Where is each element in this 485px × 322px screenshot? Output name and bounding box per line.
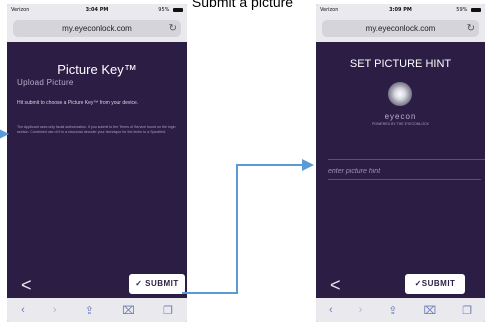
- back-arrow-icon[interactable]: ‹: [21, 304, 25, 316]
- url-text: my.eyeconlock.com: [365, 24, 436, 33]
- battery-percent: 59%: [456, 7, 468, 13]
- fine-print-text: The Applicant uses only facial authoriza…: [17, 125, 176, 134]
- upload-picture-panel: Picture Key™ Upload Picture Hit submit t…: [7, 42, 187, 298]
- reload-icon[interactable]: ↻: [169, 20, 177, 37]
- submit-button[interactable]: ✓SUBMIT: [405, 274, 465, 294]
- phone-screen-upload: Verizon 3:04 PM 95% my.eyeconlock.com ↻ …: [7, 4, 187, 322]
- phone-screen-hint: Verizon 3:09 PM 59% my.eyeconlock.com ↻ …: [316, 4, 485, 322]
- forward-arrow-icon[interactable]: ›: [359, 304, 363, 316]
- battery-percent: 95%: [158, 7, 170, 13]
- battery-icon: [471, 7, 481, 12]
- page-title: SET PICTURE HINT: [349, 58, 452, 70]
- browser-address-bar[interactable]: my.eyeconlock.com ↻: [7, 16, 187, 42]
- battery-indicator: 59%: [456, 7, 481, 13]
- tabs-icon[interactable]: ❐: [462, 304, 472, 317]
- back-arrow-icon[interactable]: ‹: [329, 304, 333, 316]
- browser-address-bar[interactable]: my.eyeconlock.com ↻: [316, 16, 485, 42]
- bookmarks-icon[interactable]: ⌧: [423, 304, 436, 317]
- back-button[interactable]: <: [21, 276, 32, 294]
- divider: [328, 159, 485, 160]
- browser-toolbar: ‹ › ⇪ ⌧ ❐: [316, 298, 485, 322]
- browser-toolbar: ‹ › ⇪ ⌧ ❐: [7, 298, 187, 322]
- submit-to-hint-arrow: [182, 159, 314, 294]
- back-button[interactable]: <: [330, 276, 341, 294]
- instruction-text: Hit submit to choose a Picture Key™ from…: [17, 100, 139, 106]
- status-bar: Verizon 3:09 PM 59%: [316, 4, 485, 16]
- share-icon[interactable]: ⇪: [85, 304, 94, 317]
- url-field[interactable]: my.eyeconlock.com ↻: [322, 20, 479, 37]
- section-subtitle: Upload Picture: [17, 78, 74, 87]
- tabs-icon[interactable]: ❐: [163, 304, 173, 317]
- picture-hint-panel: SET PICTURE HINT eyecon POWERED BY THE E…: [316, 42, 485, 298]
- reload-icon[interactable]: ↻: [467, 20, 475, 37]
- url-text: my.eyeconlock.com: [62, 24, 132, 33]
- battery-indicator: 95%: [158, 7, 183, 13]
- page-title: Picture Key™: [57, 62, 137, 77]
- status-bar: Verizon 3:04 PM 95%: [7, 4, 187, 16]
- logo-wordmark: eyecon: [384, 112, 417, 121]
- url-field[interactable]: my.eyeconlock.com ↻: [13, 20, 181, 37]
- submit-button[interactable]: ✓ SUBMIT: [129, 274, 185, 294]
- picture-hint-input[interactable]: [328, 164, 481, 180]
- logo-tagline: POWERED BY THE EYECONLOCK: [372, 122, 429, 126]
- forward-arrow-icon[interactable]: ›: [53, 304, 57, 316]
- bookmarks-icon[interactable]: ⌧: [122, 304, 135, 317]
- share-icon[interactable]: ⇪: [388, 304, 397, 317]
- eye-logo-icon: [388, 82, 412, 106]
- battery-icon: [173, 7, 183, 12]
